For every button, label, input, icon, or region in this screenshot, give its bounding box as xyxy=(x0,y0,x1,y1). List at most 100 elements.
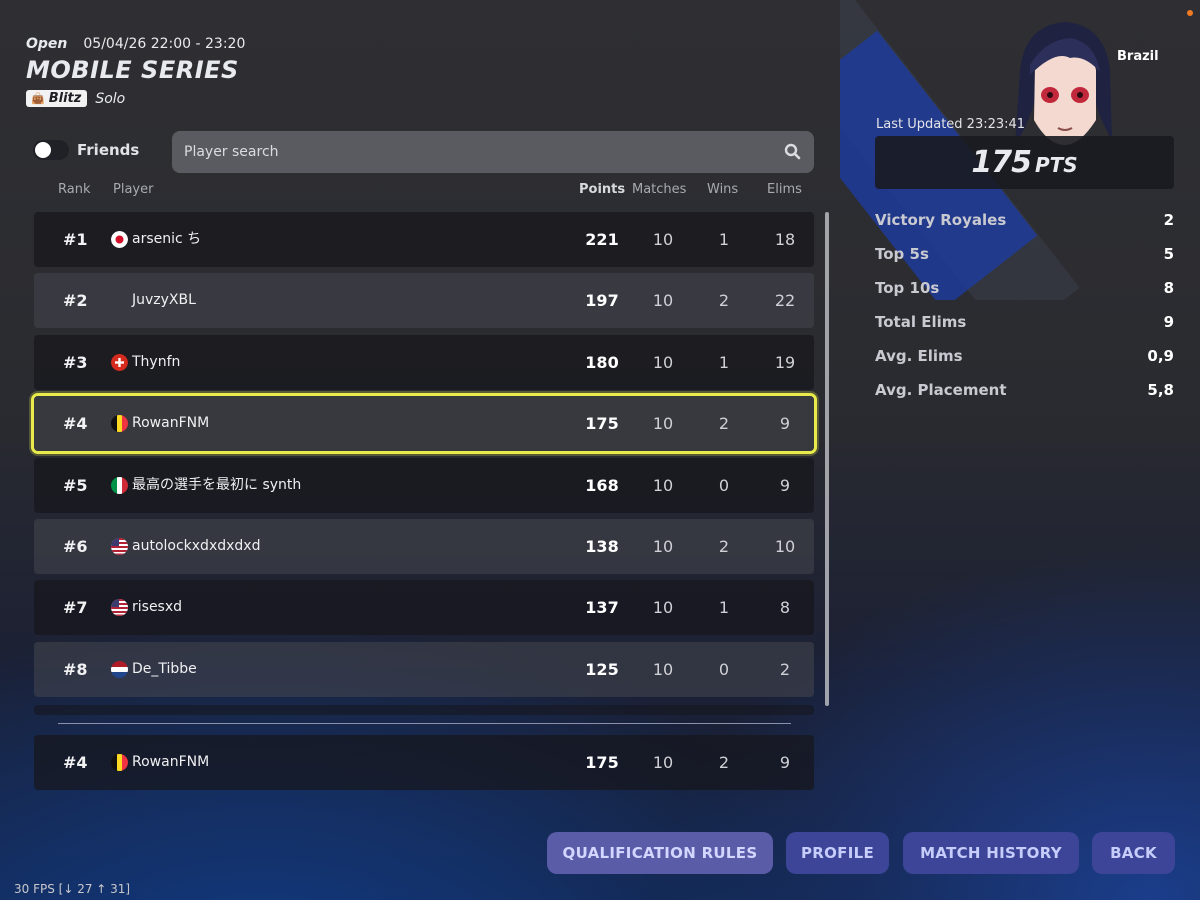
flag-usa-icon xyxy=(111,599,128,616)
stat-row: Avg. Placement 5,8 xyxy=(875,381,1174,405)
leaderboard-row-current[interactable]: #4 RowanFNM 175 10 2 9 xyxy=(34,396,814,451)
stat-label: Victory Royales xyxy=(875,211,1007,229)
qualification-rules-button[interactable]: QUALIFICATION RULES xyxy=(547,832,773,874)
wins: 0 xyxy=(718,660,730,679)
wins: 1 xyxy=(718,353,730,372)
player-name: Thynfn xyxy=(132,354,181,370)
player-name: De_Tibbe xyxy=(132,661,197,677)
player-name: risesxd xyxy=(132,599,183,615)
elims: 9 xyxy=(779,414,791,433)
points-unit: PTS xyxy=(1034,153,1078,177)
elims: 9 xyxy=(779,476,791,495)
matches: 10 xyxy=(652,660,674,679)
stat-row: Victory Royales 2 xyxy=(875,211,1174,235)
event-time: 05/04/26 22:00 - 23:20 xyxy=(83,36,246,52)
flag-usa-icon xyxy=(111,538,128,555)
player-search-input[interactable] xyxy=(182,143,782,161)
leaderboard-row[interactable]: #3 Thynfn 180 10 1 19 xyxy=(34,335,814,390)
event-status: Open xyxy=(26,36,68,52)
points: 125 xyxy=(585,660,619,679)
wins: 2 xyxy=(718,414,730,433)
friends-label: Friends xyxy=(77,141,140,159)
leaderboard-row[interactable]: #5 最高の選手を最初に synth 168 10 0 9 xyxy=(34,458,814,513)
points: 221 xyxy=(585,230,619,249)
flag-japan-icon xyxy=(111,231,128,248)
player-name: arsenic ち xyxy=(132,231,202,247)
last-updated: Last Updated 23:23:41 xyxy=(876,117,1026,132)
wins: 2 xyxy=(718,537,730,556)
stat-row: Total Elims 9 xyxy=(875,313,1174,337)
elims: 18 xyxy=(774,230,796,249)
notification-dot xyxy=(1187,10,1193,16)
column-matches[interactable]: Matches xyxy=(632,182,686,197)
profile-button[interactable]: PROFILE xyxy=(786,832,889,874)
wins: 1 xyxy=(718,598,730,617)
player-name: autolockxdxdxdxd xyxy=(132,538,261,554)
stat-label: Avg. Placement xyxy=(875,381,1007,399)
matches: 10 xyxy=(652,291,674,310)
rank: #4 xyxy=(63,753,88,772)
leaderboard-row[interactable]: #8 De_Tibbe 125 10 0 2 xyxy=(34,642,814,697)
leaderboard-scrollbar[interactable] xyxy=(825,212,829,706)
back-button[interactable]: BACK xyxy=(1092,832,1175,874)
leaderboard-row[interactable]: #7 risesxd 137 10 1 8 xyxy=(34,580,814,635)
blitz-bag-icon: 👜 xyxy=(31,92,45,105)
friends-toggle[interactable] xyxy=(33,140,69,160)
stat-value: 0,9 xyxy=(1147,347,1174,365)
flag-italy-icon xyxy=(111,477,128,494)
stat-label: Avg. Elims xyxy=(875,347,963,365)
friends-toggle-group[interactable]: Friends xyxy=(33,140,139,160)
region-label: Brazil xyxy=(1117,49,1159,64)
flag-switzerland-icon xyxy=(111,354,128,371)
leaderboard-row[interactable]: #1 arsenic ち 221 10 1 18 xyxy=(34,212,814,267)
stat-label: Top 5s xyxy=(875,245,929,263)
elims: 19 xyxy=(774,353,796,372)
stat-row: Top 5s 5 xyxy=(875,245,1174,269)
points: 175 xyxy=(585,414,619,433)
column-player: Player xyxy=(113,182,154,197)
leaderboard-row[interactable]: #2 JuvzyXBL 197 10 2 22 xyxy=(34,273,814,328)
elims: 2 xyxy=(779,660,791,679)
match-history-button[interactable]: MATCH HISTORY xyxy=(903,832,1079,874)
fps-counter: 30 FPS [↓ 27 ↑ 31] xyxy=(14,882,131,896)
wins: 0 xyxy=(718,476,730,495)
stat-row: Avg. Elims 0,9 xyxy=(875,347,1174,371)
points: 175 xyxy=(585,753,619,772)
elims: 8 xyxy=(779,598,791,617)
player-name: RowanFNM xyxy=(132,754,210,770)
leaderboard-row-peek xyxy=(34,705,814,715)
player-name: JuvzyXBL xyxy=(132,292,196,308)
rank: #7 xyxy=(63,598,88,617)
matches: 10 xyxy=(652,537,674,556)
stat-value: 8 xyxy=(1163,279,1174,297)
event-header: Open 05/04/26 22:00 - 23:20 MOBILE SERIE… xyxy=(26,36,245,107)
divider xyxy=(58,723,791,724)
elims: 10 xyxy=(774,537,796,556)
column-points[interactable]: Points xyxy=(579,182,625,197)
rank: #2 xyxy=(63,291,88,310)
mode-type: Solo xyxy=(95,90,126,107)
search-icon[interactable] xyxy=(782,141,804,163)
player-name: 最高の選手を最初に synth xyxy=(132,477,302,493)
current-player-row[interactable]: #4 RowanFNM 175 10 2 9 xyxy=(34,735,814,790)
matches: 10 xyxy=(652,353,674,372)
player-name: RowanFNM xyxy=(132,415,210,431)
rank: #6 xyxy=(63,537,88,556)
flag-belgium-icon xyxy=(111,754,128,771)
player-search-bar[interactable] xyxy=(172,131,814,173)
wins: 1 xyxy=(718,230,730,249)
mode-badge: 👜 Blitz xyxy=(26,90,88,107)
stat-label: Top 10s xyxy=(875,279,940,297)
column-elims[interactable]: Elims xyxy=(767,182,802,197)
stat-value: 9 xyxy=(1163,313,1174,331)
flag-belgium-icon xyxy=(111,415,128,432)
flag-netherlands-icon xyxy=(111,661,128,678)
column-wins[interactable]: Wins xyxy=(707,182,738,197)
wins: 2 xyxy=(718,753,730,772)
points-value: 175 xyxy=(971,145,1032,180)
points: 137 xyxy=(585,598,619,617)
rank: #4 xyxy=(63,414,88,433)
points: 180 xyxy=(585,353,619,372)
leaderboard-row[interactable]: #6 autolockxdxdxdxd 138 10 2 10 xyxy=(34,519,814,574)
rank: #3 xyxy=(63,353,88,372)
